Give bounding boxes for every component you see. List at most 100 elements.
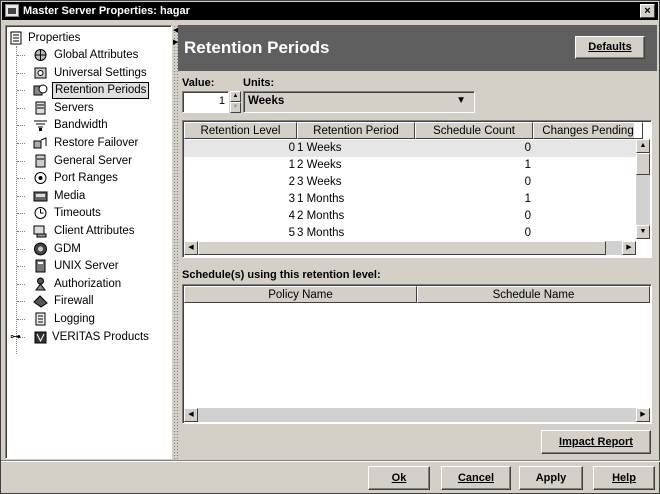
- impact-report-button[interactable]: Impact Report: [541, 430, 651, 454]
- retention-period-cell: 3 Weeks: [297, 176, 342, 188]
- retention-level-cell: 1: [288, 159, 295, 171]
- tree-item-label: Bandwidth: [54, 119, 108, 132]
- title-bar[interactable]: Master Server Properties: hagar ×: [2, 2, 658, 20]
- tree-connector-line: [17, 301, 25, 303]
- tree-connector-line: [17, 213, 25, 215]
- retention-table[interactable]: Retention Level Retention Period Schedul…: [182, 120, 652, 258]
- expand-node-icon[interactable]: ⊶: [10, 329, 21, 346]
- veritas-icon: [34, 331, 47, 344]
- col-changes-pending[interactable]: Changes Pending: [533, 122, 643, 139]
- value-label: Value:: [182, 77, 215, 89]
- tree-item-label: Universal Settings: [54, 66, 147, 79]
- value-spinner[interactable]: ▲ ▼: [230, 91, 241, 113]
- changes-pending-cell: [533, 174, 637, 191]
- authorization-icon: [35, 277, 46, 291]
- schedule-count-cell: 0: [524, 210, 531, 222]
- retention-period-cell: 2 Weeks: [297, 159, 342, 171]
- table-row[interactable]: 53 Months 0: [184, 225, 636, 242]
- retention-period-cell: 1 Weeks: [297, 142, 342, 154]
- tree-connector-line: [17, 231, 25, 232]
- col-policy-name[interactable]: Policy Name: [184, 286, 417, 303]
- scroll-thumb[interactable]: [636, 153, 650, 175]
- scroll-down-icon[interactable]: ▼: [636, 225, 650, 239]
- bandwidth-icon: [34, 120, 47, 132]
- changes-pending-cell: [533, 225, 637, 242]
- changes-pending-cell: [533, 140, 637, 157]
- tree-item-label: Retention Periods: [52, 82, 150, 100]
- col-retention-level[interactable]: Retention Level: [184, 122, 297, 139]
- table-row[interactable]: 23 Weeks 0: [184, 174, 636, 191]
- tree-item-label: Authorization: [54, 277, 122, 290]
- chevron-down-icon[interactable]: ▼: [456, 92, 466, 110]
- window-icon: [5, 4, 19, 17]
- help-button[interactable]: Help: [593, 466, 655, 490]
- schedule-count-cell: 0: [524, 176, 531, 188]
- panel-title: Retention Periods: [184, 38, 330, 57]
- schedule-count-cell: 1: [524, 159, 531, 171]
- server-icon: [35, 101, 46, 115]
- properties-tree[interactable]: Properties Global Attributes Universal Se…: [5, 25, 172, 459]
- cancel-button[interactable]: Cancel: [441, 466, 511, 490]
- schedule-count-cell: 0: [524, 142, 531, 154]
- ok-button[interactable]: Ok: [368, 466, 430, 490]
- changes-pending-cell: [533, 208, 637, 225]
- firewall-icon: [33, 295, 48, 308]
- tree-item-label: UNIX Server: [54, 260, 119, 273]
- tree-connector-line: [17, 55, 25, 56]
- properties-icon: [10, 31, 22, 45]
- retention-table-header: Retention Level Retention Period Schedul…: [184, 122, 643, 139]
- horizontal-scroll-thumb[interactable]: [198, 241, 606, 255]
- table-row[interactable]: 12 Weeks 1: [184, 157, 636, 174]
- tree-item-label: Client Attributes: [54, 225, 135, 237]
- impact-report-label: Impact Report: [559, 436, 633, 448]
- settings-icon: [34, 67, 47, 79]
- help-label: Help: [612, 472, 636, 484]
- col-schedule-name[interactable]: Schedule Name: [417, 286, 650, 303]
- schedule-table[interactable]: Policy Name Schedule Name ◀ ▶: [182, 284, 652, 424]
- col-retention-period[interactable]: Retention Period: [297, 122, 415, 139]
- apply-label: Apply: [535, 472, 567, 484]
- unix-server-icon: [35, 259, 46, 273]
- tree-item-label: Media: [54, 189, 86, 202]
- table-row[interactable]: 01 Weeks 0: [184, 140, 636, 157]
- scroll-up-icon[interactable]: ▲: [636, 139, 650, 153]
- master-server-properties-window: Master Server Properties: hagar × Proper…: [0, 0, 660, 494]
- retention-period-cell: 3 Months: [297, 227, 345, 239]
- tree-connector-line: [17, 266, 25, 268]
- schedule-horizontal-scrollbar[interactable]: ◀ ▶: [184, 408, 650, 422]
- tree-item-label: Restore Failover: [54, 137, 139, 149]
- footer-separator: [1, 460, 660, 462]
- globe-icon: [34, 49, 47, 61]
- scroll-right-icon[interactable]: ▶: [636, 408, 650, 422]
- scroll-left-icon[interactable]: ◀: [184, 408, 198, 422]
- col-schedule-count[interactable]: Schedule Count: [415, 122, 533, 139]
- value-input[interactable]: 1: [182, 91, 229, 113]
- scroll-left-icon[interactable]: ◀: [184, 241, 198, 255]
- tree-connector-line: [17, 160, 25, 162]
- retention-period-cell: 1 Months: [297, 193, 345, 205]
- retention-horizontal-scrollbar[interactable]: ◀ ▶: [184, 241, 636, 255]
- units-select[interactable]: Weeks ▼: [243, 91, 475, 113]
- tree-connector-line: [17, 107, 25, 109]
- units-label: Units:: [243, 77, 275, 89]
- window-title: Master Server Properties: hagar: [23, 5, 190, 17]
- tree-item-label: GDM: [54, 242, 81, 255]
- retention-level-cell: 0: [288, 142, 295, 154]
- retention-vertical-scrollbar[interactable]: ▲ ▼: [636, 139, 650, 239]
- retention-period-cell: 2 Months: [297, 210, 345, 222]
- spin-up-icon[interactable]: ▲: [230, 91, 241, 102]
- tree-connector: [16, 46, 17, 354]
- schedule-table-header: Policy Name Schedule Name: [184, 286, 650, 303]
- changes-pending-cell: [533, 157, 637, 174]
- close-button[interactable]: ×: [640, 4, 655, 18]
- tree-item-label: VERITAS Products: [52, 330, 149, 343]
- units-value: Weeks: [248, 95, 285, 107]
- scroll-right-icon[interactable]: ▶: [622, 241, 636, 255]
- cancel-label: Cancel: [457, 472, 495, 484]
- table-row[interactable]: 42 Months 0: [184, 208, 636, 225]
- tree-connector-line: [17, 143, 25, 144]
- apply-button[interactable]: Apply: [519, 466, 583, 490]
- defaults-button[interactable]: Defaults: [575, 36, 645, 59]
- table-row[interactable]: 31 Months 1: [184, 191, 636, 208]
- spin-down-icon[interactable]: ▼: [230, 102, 241, 113]
